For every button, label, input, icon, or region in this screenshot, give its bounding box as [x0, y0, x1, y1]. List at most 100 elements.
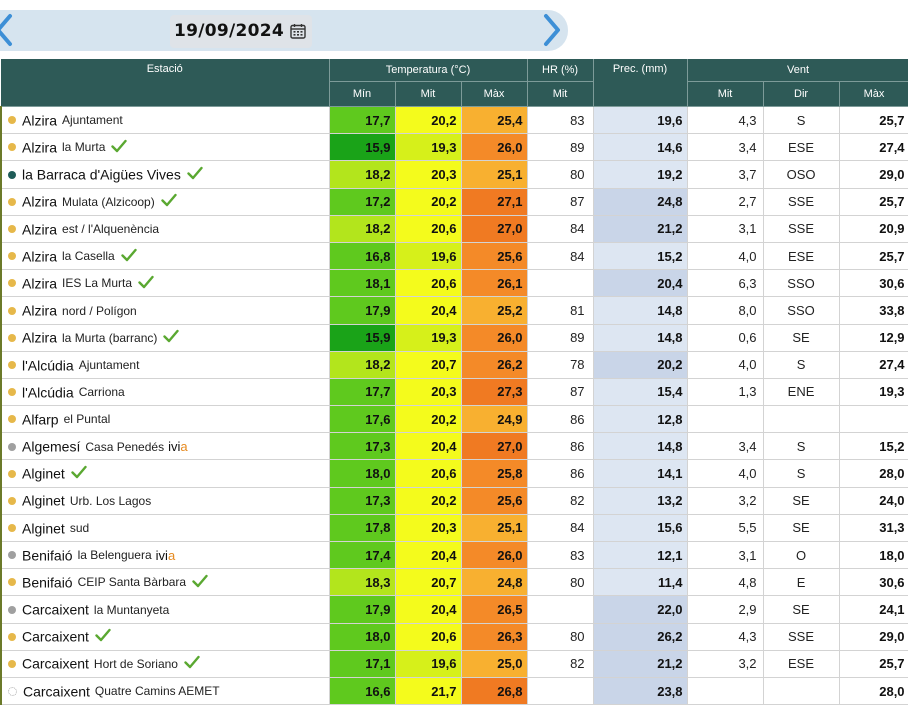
- table-row[interactable]: l'Alcúdia Carriona 17,7 20,3 27,3 87 15,4 1,3 EN…: [0, 378, 908, 407]
- station-name[interactable]: Algemesí: [22, 439, 80, 455]
- table-row[interactable]: Alzira la Murta 15,9 19,3 26,0 89 14,6 3,4 ESE 27…: [0, 133, 908, 162]
- table-row[interactable]: Alzira est / l'Alquenència 18,2 20,6 27,0 84 2…: [0, 215, 908, 243]
- station-location[interactable]: est / l'Alquenència: [62, 222, 159, 236]
- station-location[interactable]: la Murta (barranc): [62, 331, 157, 345]
- station-cell[interactable]: Alzira la Murta (barranc): [0, 324, 330, 352]
- station-cell[interactable]: Algemesí Casa Penedés ivia: [0, 432, 330, 461]
- station-location[interactable]: la Belenguera: [78, 548, 152, 562]
- table-row[interactable]: Carcaixent Quatre Camins AEMET 16,6 21,7 26,…: [0, 677, 908, 706]
- date-picker[interactable]: 19/09/2024: [170, 15, 312, 48]
- header-temp-mit[interactable]: Mit: [395, 81, 462, 107]
- table-row[interactable]: la Barraca d'Aigües Vives 18,2 20,3 25,1 80 1…: [0, 160, 908, 189]
- station-location[interactable]: la Murta: [62, 140, 105, 154]
- table-row[interactable]: l'Alcúdia Ajuntament 18,2 20,7 26,2 78 20,2 4,0…: [0, 351, 908, 379]
- table-row[interactable]: Alzira nord / Polígon 17,9 20,4 25,2 81 14,8 8,…: [0, 296, 908, 325]
- station-name[interactable]: l'Alcúdia: [22, 357, 74, 373]
- table-row[interactable]: Alzira la Casella 16,8 19,6 25,6 84 15,2 4,0 ESE…: [0, 242, 908, 271]
- station-cell[interactable]: Benifaió la Belenguera ivia: [0, 541, 330, 570]
- station-cell[interactable]: Alfarp el Puntal: [0, 405, 330, 434]
- station-name[interactable]: Benifaió: [22, 547, 73, 563]
- station-name[interactable]: Alzira: [22, 303, 57, 319]
- station-cell[interactable]: Alginet Urb. Los Lagos: [0, 487, 330, 515]
- table-row[interactable]: Benifaió la Belenguera ivia 17,4 20,4 26,0 83 1…: [0, 541, 908, 570]
- station-cell[interactable]: Carcaixent: [0, 623, 330, 651]
- station-name[interactable]: Alzira: [22, 112, 57, 128]
- table-row[interactable]: Alginet 18,0 20,6 25,8 86 14,1 4,0 S 28,0: [0, 459, 908, 488]
- header-wind-mit[interactable]: Mit: [687, 81, 764, 107]
- station-location[interactable]: la Muntanyeta: [94, 603, 169, 617]
- station-cell[interactable]: Alginet sud: [0, 514, 330, 543]
- station-cell[interactable]: Carcaixent la Muntanyeta: [0, 595, 330, 624]
- station-location[interactable]: Urb. Los Lagos: [70, 494, 151, 508]
- station-name[interactable]: Alzira: [22, 248, 57, 264]
- station-cell[interactable]: Alginet: [0, 459, 330, 488]
- station-location[interactable]: la Casella: [62, 249, 115, 263]
- table-row[interactable]: Benifaió CEIP Santa Bàrbara 18,3 20,7 24,8 80…: [0, 568, 908, 597]
- station-name[interactable]: Alzira: [22, 139, 57, 155]
- station-name[interactable]: Benifaió: [22, 574, 73, 590]
- station-cell[interactable]: l'Alcúdia Ajuntament: [0, 351, 330, 379]
- station-name[interactable]: Alzira: [22, 194, 57, 210]
- station-location[interactable]: CEIP Santa Bàrbara: [78, 575, 187, 589]
- table-row[interactable]: Carcaixent la Muntanyeta 17,9 20,4 26,5 22,0 2…: [0, 595, 908, 624]
- station-location[interactable]: IES La Murta: [62, 276, 132, 290]
- station-name[interactable]: Alginet: [22, 520, 65, 536]
- station-name[interactable]: Alzira: [22, 275, 57, 291]
- station-name[interactable]: Alginet: [22, 493, 65, 509]
- temp-mit-cell: 20,4: [395, 595, 462, 624]
- station-location[interactable]: el Puntal: [64, 412, 111, 426]
- station-location[interactable]: Quatre Camins AEMET: [95, 684, 220, 698]
- table-row[interactable]: Alzira IES La Murta 18,1 20,6 26,1 20,4 6,3 SSO…: [0, 269, 908, 298]
- station-cell[interactable]: Alzira est / l'Alquenència: [0, 215, 330, 243]
- station-name[interactable]: Alzira: [22, 330, 57, 346]
- table-row[interactable]: Carcaixent Hort de Soriano 17,1 19,6 25,0 82 2…: [0, 650, 908, 678]
- station-name[interactable]: l'Alcúdia: [22, 384, 74, 400]
- station-cell[interactable]: Alzira nord / Polígon: [0, 296, 330, 325]
- header-temp-min[interactable]: Mín: [329, 81, 396, 107]
- station-cell[interactable]: l'Alcúdia Carriona: [0, 378, 330, 407]
- station-cell[interactable]: Alzira la Casella: [0, 242, 330, 271]
- header-wind-max[interactable]: Màx: [839, 81, 908, 107]
- station-name[interactable]: Carcaixent: [22, 602, 89, 618]
- station-cell[interactable]: Alzira IES La Murta: [0, 269, 330, 298]
- table-row[interactable]: Alzira Ajuntament 17,7 20,2 25,4 83 19,6 4,3 S 25…: [0, 106, 908, 135]
- table-row[interactable]: Alzira la Murta (barranc) 15,9 19,3 26,0 89 14…: [0, 324, 908, 352]
- next-day-arrow-icon[interactable]: [540, 13, 564, 47]
- header-hr-mit[interactable]: Mit: [527, 81, 594, 107]
- table-row[interactable]: Carcaixent 18,0 20,6 26,3 80 26,2 4,3 SSE 29,0: [0, 623, 908, 651]
- header-prec[interactable]: Prec. (mm): [593, 59, 688, 107]
- station-cell[interactable]: la Barraca d'Aigües Vives: [0, 160, 330, 189]
- station-location[interactable]: nord / Polígon: [62, 304, 137, 318]
- station-cell[interactable]: Benifaió CEIP Santa Bàrbara: [0, 568, 330, 597]
- station-location[interactable]: sud: [70, 521, 89, 535]
- table-row[interactable]: Alfarp el Puntal 17,6 20,2 24,9 86 12,8: [0, 405, 908, 434]
- station-location[interactable]: Ajuntament: [62, 113, 123, 127]
- station-location[interactable]: Carriona: [79, 385, 125, 399]
- header-temp-max[interactable]: Màx: [461, 81, 528, 107]
- station-location[interactable]: Casa Penedés: [85, 440, 164, 454]
- station-name[interactable]: Alzira: [22, 221, 57, 237]
- station-cell[interactable]: Alzira la Murta: [0, 133, 330, 162]
- station-name[interactable]: la Barraca d'Aigües Vives: [22, 167, 181, 183]
- calendar-icon[interactable]: [290, 23, 306, 39]
- station-name[interactable]: Carcaixent: [22, 629, 89, 645]
- station-cell[interactable]: Alzira Mulata (Alzicoop): [0, 188, 330, 216]
- table-row[interactable]: Alginet Urb. Los Lagos 17,3 20,2 25,6 82 13,2 3…: [0, 487, 908, 515]
- station-name[interactable]: Carcaixent: [22, 656, 89, 672]
- station-name[interactable]: Carcaixent: [23, 683, 90, 699]
- station-name[interactable]: Alginet: [22, 466, 65, 482]
- station-location[interactable]: Ajuntament: [79, 358, 140, 372]
- station-location[interactable]: Hort de Soriano: [94, 657, 178, 671]
- station-location[interactable]: Mulata (Alzicoop): [62, 195, 155, 209]
- table-row[interactable]: Alzira Mulata (Alzicoop) 17,2 20,2 27,1 87 24,…: [0, 188, 908, 216]
- header-wind-dir[interactable]: Dir: [763, 81, 840, 107]
- station-name[interactable]: Alfarp: [22, 411, 59, 427]
- station-cell[interactable]: Carcaixent Hort de Soriano: [0, 650, 330, 678]
- previous-day-arrow-icon[interactable]: [0, 13, 16, 47]
- table-row[interactable]: Alginet sud 17,8 20,3 25,1 84 15,6 5,5 SE 31,3: [0, 514, 908, 543]
- header-station[interactable]: Estació: [1, 59, 330, 107]
- station-cell[interactable]: Alzira Ajuntament: [0, 106, 330, 135]
- station-cell[interactable]: Carcaixent Quatre Camins AEMET: [0, 677, 330, 706]
- table-row[interactable]: Algemesí Casa Penedés ivia 17,3 20,4 27,0 86 14…: [0, 432, 908, 461]
- temp-min-cell: 17,3: [329, 487, 396, 515]
